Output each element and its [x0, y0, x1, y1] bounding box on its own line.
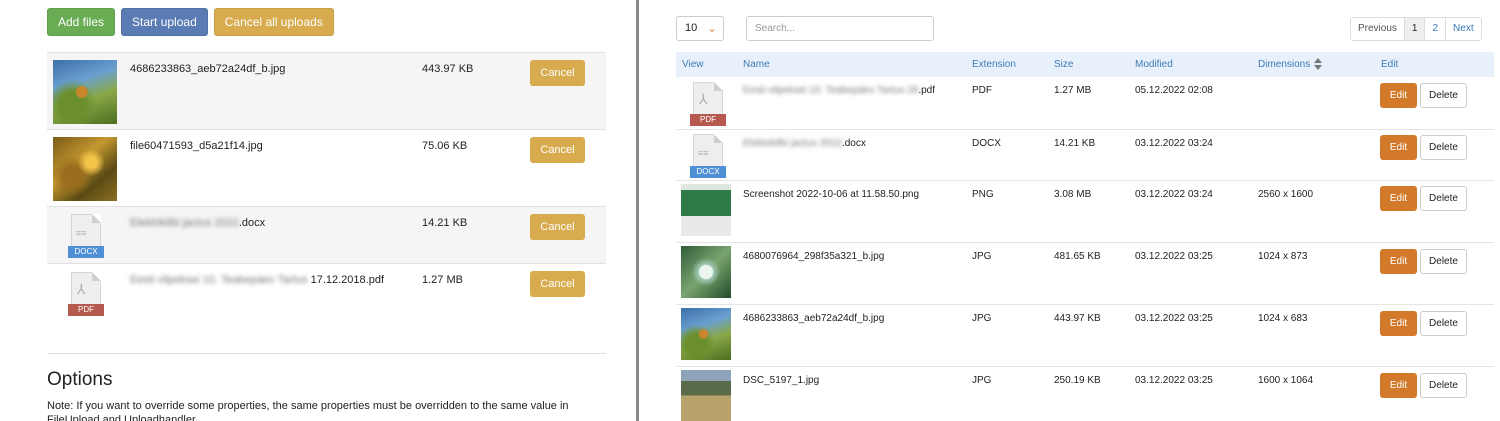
edit-button[interactable]: Edit	[1380, 83, 1417, 108]
file-size: 250.19 KB	[1054, 375, 1101, 386]
photo-thumbnail	[53, 60, 117, 124]
file-name: Elektrikilbi jactus 2022.docx	[743, 138, 866, 149]
pagination: Previous 1 2 Next	[1350, 17, 1482, 41]
previous-page-button[interactable]: Previous	[1351, 18, 1405, 40]
upload-file-size: 14.21 KB	[422, 217, 468, 229]
cancel-button[interactable]: Cancel	[530, 60, 585, 86]
delete-button[interactable]: Delete	[1420, 373, 1467, 398]
file-extension: PNG	[972, 189, 994, 200]
file-name: Eesti vilpeksei 10. Teabepäev Tartus 28.…	[743, 85, 935, 96]
upload-row: 4686233863_aeb72a24df_b.jpg 443.97 KB Ca…	[47, 52, 606, 129]
upload-file-name: Elektrikilbi jactus 2022.docx	[130, 217, 266, 229]
search-input[interactable]: Search...	[746, 16, 934, 41]
file-dimensions: 1600 x 1064	[1258, 375, 1314, 386]
next-page-button[interactable]: Next	[1446, 18, 1481, 40]
file-size: 3.08 MB	[1054, 189, 1092, 200]
pdf-file-icon: ⅄ PDF	[690, 82, 726, 126]
column-header-edit: Edit	[1381, 59, 1399, 70]
file-dimensions: 2560 x 1600	[1258, 189, 1314, 200]
add-files-button[interactable]: Add files	[47, 8, 116, 36]
start-upload-button[interactable]: Start upload	[121, 8, 208, 36]
file-size: 443.97 KB	[1054, 313, 1101, 324]
file-modified: 03.12.2022 03:24	[1135, 189, 1213, 200]
column-header-view[interactable]: View	[682, 59, 704, 70]
upload-panel: Add files Start upload Cancel all upload…	[0, 0, 636, 421]
file-name: 4686233863_aeb72a24df_b.jpg	[743, 313, 885, 324]
file-modified: 03.12.2022 03:25	[1135, 251, 1213, 262]
file-size: 14.21 KB	[1054, 138, 1096, 149]
upload-row: ≡≡ DOCX Elektrikilbi jactus 2022.docx 14…	[47, 206, 606, 263]
upload-file-name: file60471593_d5a21f14.jpg	[130, 140, 263, 152]
delete-button[interactable]: Delete	[1420, 249, 1467, 274]
page-button-1[interactable]: 1	[1404, 18, 1426, 40]
column-header-dimensions[interactable]: Dimensions	[1258, 59, 1310, 70]
file-modified: 03.12.2022 03:25	[1135, 313, 1213, 324]
file-name: DSC_5197_1.jpg	[743, 375, 820, 386]
file-name: Screenshot 2022-10-06 at 11.58.50.png	[743, 189, 920, 200]
page-length-select[interactable]: 10 ⌄	[676, 16, 724, 41]
upload-file-size: 1.27 MB	[422, 274, 463, 286]
upload-toolbar: Add files Start upload Cancel all upload…	[47, 8, 334, 36]
table-row: DSC_5197_1.jpg JPG 250.19 KB 03.12.2022 …	[676, 367, 1494, 421]
table-header: View Name Extension Size Modified Dimens…	[676, 52, 1494, 77]
table-row: ⅄ PDF Eesti vilpeksei 10. Teabepäev Tart…	[676, 77, 1494, 130]
options-heading: Options	[47, 369, 113, 390]
cancel-button[interactable]: Cancel	[530, 271, 585, 297]
file-extension: JPG	[972, 313, 992, 324]
image-thumbnail[interactable]	[681, 246, 731, 298]
options-note: Note: If you want to override some prope…	[47, 400, 569, 421]
edit-button[interactable]: Edit	[1380, 135, 1417, 160]
edit-button[interactable]: Edit	[1380, 249, 1417, 274]
chevron-down-icon: ⌄	[706, 21, 717, 35]
upload-file-name: Eesti vilpeksei 10. Teabepäev Tartus 17.…	[130, 274, 385, 286]
upload-file-list: 4686233863_aeb72a24df_b.jpg 443.97 KB Ca…	[47, 52, 606, 320]
pdf-file-icon: ⅄ PDF	[68, 272, 104, 316]
delete-button[interactable]: Delete	[1420, 186, 1467, 211]
image-thumbnail[interactable]	[681, 184, 731, 236]
docx-file-icon: ≡≡ DOCX	[68, 214, 104, 258]
file-extension: DOCX	[972, 138, 1001, 149]
cancel-button[interactable]: Cancel	[530, 137, 585, 163]
image-thumbnail[interactable]	[681, 370, 731, 421]
file-dimensions: 1024 x 873	[1258, 251, 1308, 262]
edit-button[interactable]: Edit	[1380, 186, 1417, 211]
docx-file-icon: ≡≡ DOCX	[690, 134, 726, 178]
file-size: 1.27 MB	[1054, 85, 1092, 96]
cancel-button[interactable]: Cancel	[530, 214, 585, 240]
cancel-all-uploads-button[interactable]: Cancel all uploads	[213, 8, 334, 36]
upload-file-name: 4686233863_aeb72a24df_b.jpg	[130, 63, 286, 75]
file-extension: JPG	[972, 251, 992, 262]
column-header-modified[interactable]: Modified	[1135, 59, 1173, 70]
upload-row: file60471593_d5a21f14.jpg 75.06 KB Cance…	[47, 129, 606, 206]
delete-button[interactable]: Delete	[1420, 83, 1467, 108]
edit-button[interactable]: Edit	[1380, 373, 1417, 398]
delete-button[interactable]: Delete	[1420, 311, 1467, 336]
table-row: 4686233863_aeb72a24df_b.jpg JPG 443.97 K…	[676, 305, 1494, 367]
image-thumbnail[interactable]	[681, 308, 731, 360]
upload-file-size: 443.97 KB	[422, 63, 474, 75]
upload-row: ⅄ PDF Eesti vilpeksei 10. Teabepäev Tart…	[47, 263, 606, 320]
sort-icon[interactable]	[1313, 58, 1323, 70]
file-manager-panel: 10 ⌄ Search... Previous 1 2 Next View Nam…	[639, 0, 1500, 421]
photo-thumbnail	[53, 137, 117, 201]
table-row: Screenshot 2022-10-06 at 11.58.50.png PN…	[676, 181, 1494, 243]
column-header-name[interactable]: Name	[743, 59, 770, 70]
file-name: 4680076964_298f35a321_b.jpg	[743, 251, 885, 262]
file-extension: JPG	[972, 375, 992, 386]
delete-button[interactable]: Delete	[1420, 135, 1467, 160]
file-modified: 05.12.2022 02:08	[1135, 85, 1213, 96]
page-button-2[interactable]: 2	[1425, 18, 1447, 40]
table-row: ≡≡ DOCX Elektrikilbi jactus 2022.docx DO…	[676, 130, 1494, 181]
column-header-extension[interactable]: Extension	[972, 59, 1016, 70]
table-row: 4680076964_298f35a321_b.jpg JPG 481.65 K…	[676, 243, 1494, 305]
file-size: 481.65 KB	[1054, 251, 1101, 262]
edit-button[interactable]: Edit	[1380, 311, 1417, 336]
file-modified: 03.12.2022 03:25	[1135, 375, 1213, 386]
column-header-size[interactable]: Size	[1054, 59, 1073, 70]
divider-line	[47, 353, 606, 354]
file-extension: PDF	[972, 85, 992, 96]
file-dimensions: 1024 x 683	[1258, 313, 1308, 324]
upload-file-size: 75.06 KB	[422, 140, 468, 152]
file-modified: 03.12.2022 03:24	[1135, 138, 1213, 149]
